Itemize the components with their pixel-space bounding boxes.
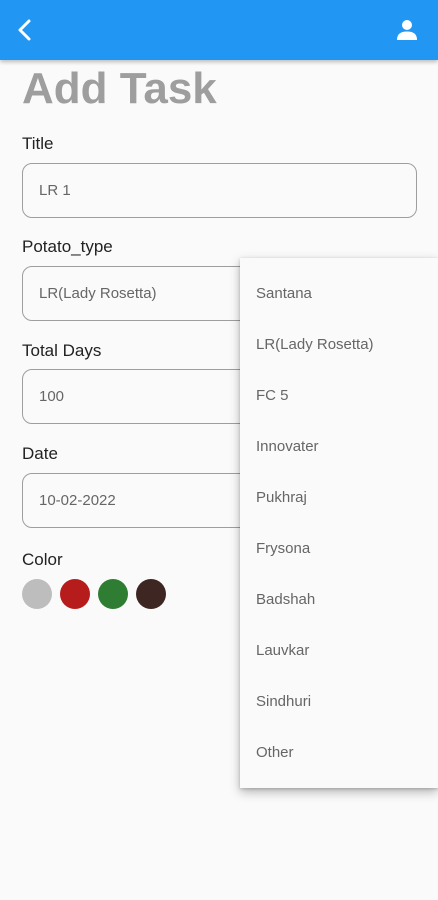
color-swatches [22,579,174,609]
total-days-value: 100 [39,388,65,405]
potato-type-value: LR(Lady Rosetta) [39,285,157,302]
title-value: LR 1 [39,182,71,199]
dropdown-option[interactable]: Pukhraj [240,472,438,523]
dropdown-option[interactable]: Sindhuri [240,676,438,727]
page-title: Add Task [22,64,217,113]
dropdown-option[interactable]: Badshah [240,574,438,625]
app-bar [0,0,438,60]
back-arrow-icon[interactable] [14,17,36,43]
color-swatch[interactable] [60,579,90,609]
color-label: Color [22,550,63,569]
person-icon[interactable] [396,19,418,41]
potato-type-dropdown-menu: Santana LR(Lady Rosetta) FC 5 Innovater … [240,258,438,788]
color-swatch[interactable] [98,579,128,609]
color-swatch[interactable] [136,579,166,609]
dropdown-option[interactable]: Santana [240,268,438,319]
date-label: Date [22,444,58,463]
color-swatch[interactable] [22,579,52,609]
dropdown-option[interactable]: Lauvkar [240,625,438,676]
dropdown-option[interactable]: FC 5 [240,370,438,421]
dropdown-option[interactable]: LR(Lady Rosetta) [240,319,438,370]
title-label: Title [22,134,54,153]
title-field[interactable]: LR 1 [22,163,417,218]
date-value: 10-02-2022 [39,492,116,509]
dropdown-option[interactable]: Innovater [240,421,438,472]
dropdown-option[interactable]: Frysona [240,523,438,574]
total-days-label: Total Days [22,341,102,360]
potato-type-label: Potato_type [22,237,113,256]
dropdown-option[interactable]: Other [240,727,438,778]
